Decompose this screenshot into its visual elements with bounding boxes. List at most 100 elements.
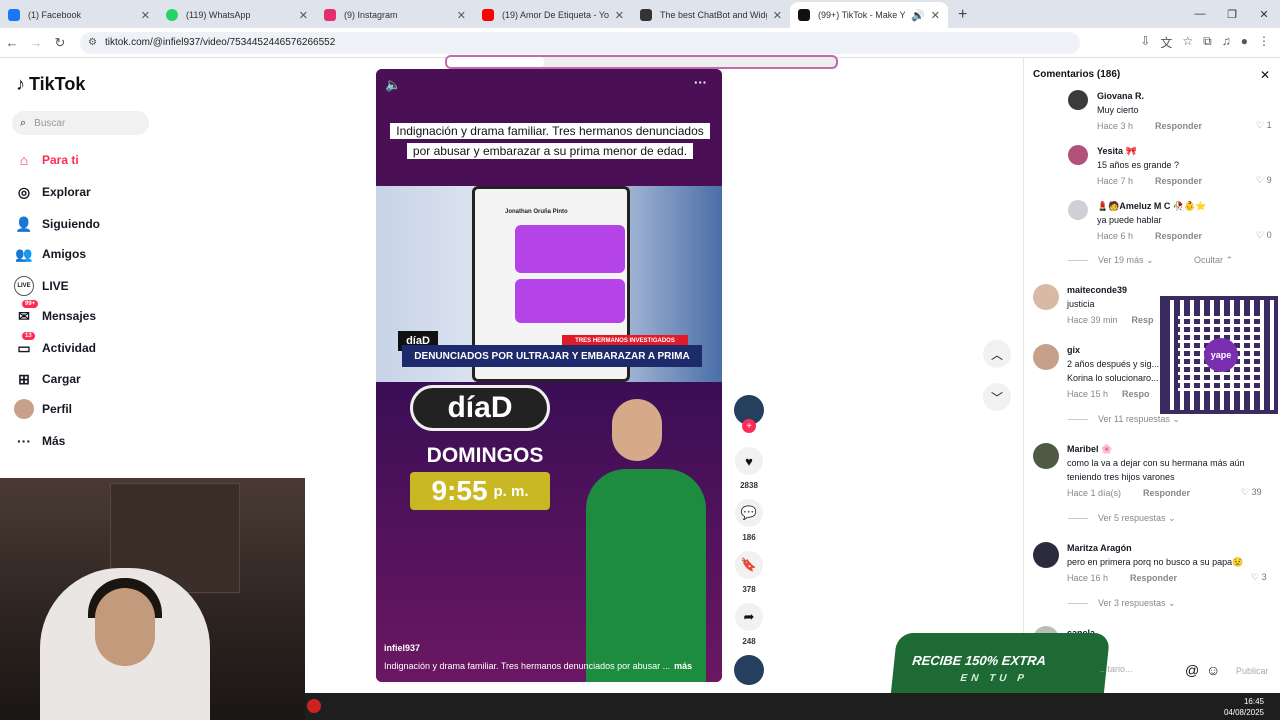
save-button[interactable]: 🔖 378	[733, 551, 765, 594]
profile-icon[interactable]: ●	[1241, 34, 1248, 51]
sidebar-item-mas[interactable]: ··· Más	[14, 431, 65, 451]
tab-whatsapp[interactable]: (119) WhatsApp ✕	[158, 2, 316, 28]
like-button[interactable]: ♥ 2838	[733, 447, 765, 490]
reply-button[interactable]: Respo	[1122, 389, 1150, 399]
reload-icon[interactable]: ↻	[48, 35, 72, 51]
tab-youtube[interactable]: (19) Amor De Etiqueta - YouTu...✕	[474, 2, 632, 28]
site-info-icon[interactable]: ⚙	[88, 37, 97, 48]
close-tab-icon[interactable]: ✕	[457, 9, 466, 22]
see-3-replies[interactable]: Ver 3 respuestas ⌄	[1068, 598, 1176, 609]
avatar[interactable]	[1033, 542, 1059, 568]
like-comment-button[interactable]: ♡ 1	[1256, 120, 1272, 131]
tiktok-icon	[798, 9, 810, 21]
translate-icon[interactable]: 文	[1160, 34, 1172, 51]
video-caption-overlay: Indignación y drama familiar. Tres herma…	[390, 121, 710, 161]
sidebar-item-cargar[interactable]: ⊞ Cargar	[14, 369, 81, 389]
sidebar-item-para-ti[interactable]: ⌂ Para ti	[14, 150, 79, 170]
hide-replies[interactable]: Ocultar ⌃	[1194, 255, 1233, 266]
window-controls: — ❐ ✕	[1184, 0, 1280, 28]
minimize-icon[interactable]: —	[1184, 0, 1216, 28]
tab-facebook[interactable]: (1) Facebook ✕	[0, 2, 158, 28]
tab-instagram[interactable]: (9) Instagram ✕	[316, 2, 474, 28]
reply-button[interactable]: Responder	[1130, 573, 1177, 583]
previous-video-button[interactable]: ︿	[983, 340, 1011, 368]
sidebar-item-amigos[interactable]: 👥 Amigos	[14, 244, 86, 264]
share-button[interactable]: ➦ 248	[733, 603, 765, 646]
comment-input[interactable]: ...tario...	[1100, 657, 1182, 681]
reply-button[interactable]: Resp	[1132, 315, 1154, 325]
news-banner: DENUNCIADOS POR ULTRAJAR Y EMBARAZAR A P…	[402, 345, 702, 367]
menu-icon[interactable]: ⋮	[1258, 34, 1270, 51]
see-more-replies[interactable]: Ver 19 más ⌄	[1068, 255, 1154, 266]
emoji-icon[interactable]: ☺	[1206, 662, 1220, 678]
avatar[interactable]	[1068, 200, 1088, 220]
upload-icon: ⊞	[18, 370, 30, 387]
avatar[interactable]	[1068, 145, 1088, 165]
volume-icon[interactable]: 🔈	[385, 77, 401, 93]
back-icon[interactable]: ←	[0, 35, 24, 50]
forward-icon[interactable]: →	[24, 35, 48, 50]
install-icon[interactable]: ⇩	[1140, 34, 1150, 51]
like-comment-button[interactable]: ♡ 9	[1256, 175, 1272, 186]
see-11-replies[interactable]: Ver 11 respuestas ⌄	[1068, 414, 1180, 425]
follow-plus-icon[interactable]: +	[742, 419, 756, 433]
messages-badge: 99+	[22, 300, 39, 308]
author-avatar-button[interactable]: +	[733, 395, 765, 433]
more-link[interactable]: más	[674, 661, 692, 671]
mute-tab-icon[interactable]: 🔊	[911, 9, 925, 22]
comments-header: Comentarios (186)	[1033, 69, 1121, 80]
reply-button[interactable]: Responder	[1155, 121, 1202, 131]
tiktok-logo[interactable]: ♪ TikTok	[16, 74, 85, 95]
tab-chatbot[interactable]: The best ChatBot and Widgets✕	[632, 2, 790, 28]
next-video-button[interactable]: ﹀	[983, 383, 1011, 411]
close-tab-icon[interactable]: ✕	[931, 9, 940, 22]
video-more-icon[interactable]: ···	[694, 75, 707, 90]
message-bubble	[515, 225, 625, 273]
media-icon[interactable]: ♫	[1222, 34, 1231, 51]
see-5-replies[interactable]: Ver 5 respuestas ⌄	[1068, 513, 1176, 524]
like-comment-button[interactable]: ♡ 0	[1256, 230, 1272, 241]
search-icon: ⌕	[20, 116, 27, 129]
restore-icon[interactable]: ❐	[1216, 0, 1248, 28]
close-tab-icon[interactable]: ✕	[141, 9, 150, 22]
message-bubble	[515, 279, 625, 323]
reply-button[interactable]: Responder	[1155, 176, 1202, 186]
close-icon[interactable]: ✕	[1260, 68, 1270, 82]
close-window-icon[interactable]: ✕	[1248, 0, 1280, 28]
bookmark-star-icon[interactable]: ☆	[1182, 34, 1193, 51]
publish-button[interactable]: Publicar	[1236, 666, 1269, 676]
search-input[interactable]: ⌕ Buscar	[12, 111, 149, 135]
close-tab-icon[interactable]: ✕	[299, 9, 308, 22]
new-tab-button[interactable]: +	[958, 6, 967, 24]
mention-icon[interactable]: @	[1185, 662, 1199, 678]
video-player[interactable]: 🔈 ··· Indignación y drama familiar. Tres…	[376, 69, 722, 682]
video-author[interactable]: infiel937	[384, 643, 420, 653]
avatar[interactable]	[1033, 284, 1059, 310]
sidebar-item-siguiendo[interactable]: 👤 Siguiendo	[14, 214, 100, 234]
comment-button[interactable]: 💬 186	[733, 499, 765, 542]
close-tab-icon[interactable]: ✕	[615, 9, 624, 22]
music-disc-button[interactable]	[733, 655, 765, 685]
phone-contact-name: Jonathan Oruña Pinto	[505, 209, 568, 215]
close-tab-icon[interactable]: ✕	[773, 9, 782, 22]
sidebar-item-live[interactable]: LIVE LIVE	[14, 276, 69, 296]
avatar[interactable]	[1033, 443, 1059, 469]
avatar[interactable]	[1068, 90, 1088, 110]
sidebar-item-perfil[interactable]: Perfil	[14, 399, 72, 419]
sidebar-item-explorar[interactable]: ◎ Explorar	[14, 182, 91, 202]
like-comment-button[interactable]: ♡ 3	[1251, 572, 1267, 583]
sidebar-item-actividad[interactable]: ▭ 13 Actividad	[14, 332, 96, 358]
sidebar-item-mensajes[interactable]: ✉ 99+ Mensajes	[14, 300, 96, 326]
reply-button[interactable]: Responder	[1155, 231, 1202, 241]
app-icon[interactable]	[307, 699, 321, 713]
yape-qr-overlay: yape	[1160, 296, 1278, 414]
system-clock[interactable]: 16:45 04/08/2025	[1224, 696, 1264, 718]
reply-button[interactable]: Responder	[1143, 488, 1190, 498]
url-field[interactable]: ⚙ tiktok.com/@infiel937/video/7534452446…	[80, 31, 1080, 54]
extensions-icon[interactable]: ⧉	[1203, 34, 1212, 51]
facebook-icon	[8, 9, 20, 21]
avatar[interactable]	[1033, 344, 1059, 370]
tab-tiktok[interactable]: (99+) TikTok - Make Your Day🔊✕	[790, 2, 948, 28]
chatbot-icon	[640, 9, 652, 21]
like-comment-button[interactable]: ♡ 39	[1241, 487, 1262, 498]
